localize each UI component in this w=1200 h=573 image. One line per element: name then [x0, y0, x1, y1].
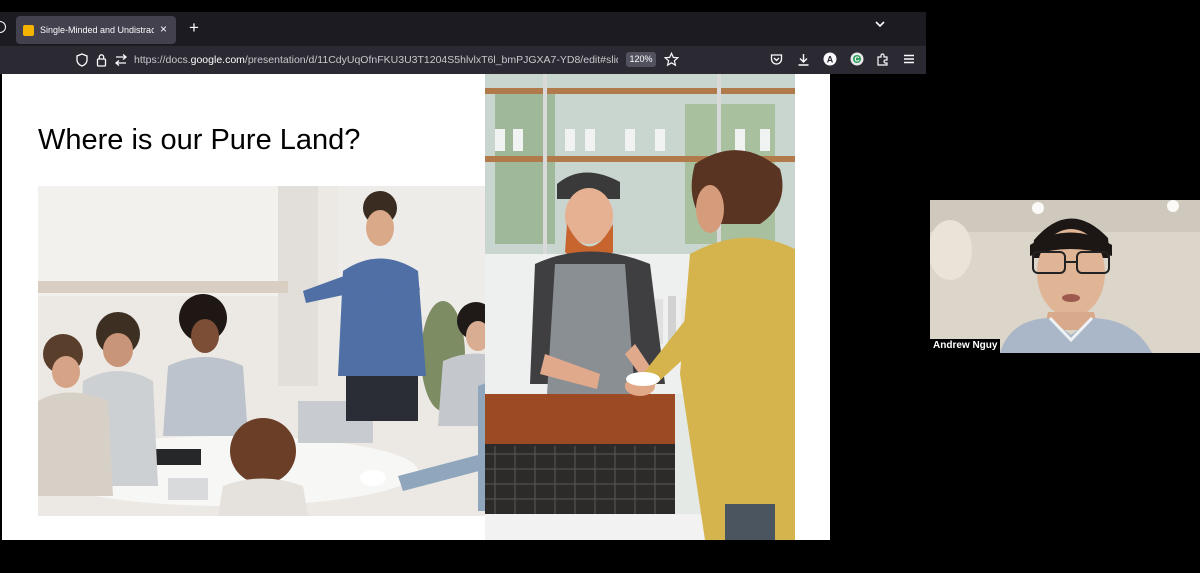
- permissions-icon[interactable]: [114, 53, 128, 70]
- downloads-icon[interactable]: [797, 53, 810, 69]
- participant-video-tile[interactable]: Andrew Nguy: [930, 200, 1200, 353]
- lock-icon[interactable]: [96, 53, 107, 70]
- slide-title: Where is our Pure Land?: [38, 124, 361, 156]
- svg-text:A: A: [827, 55, 834, 65]
- tab-bar: Single-Minded and Undistracted × +: [0, 12, 926, 46]
- url-domain: google.com: [190, 54, 245, 66]
- firefox-view-icon[interactable]: [0, 21, 6, 33]
- extension-c-icon[interactable]: C: [850, 52, 864, 69]
- account-a-icon[interactable]: A: [823, 52, 837, 69]
- url-path: /presentation/d/11CdyUqOfnFKU3U3T1204S5h…: [244, 54, 618, 66]
- tab-list-icon[interactable]: [874, 18, 886, 33]
- menu-icon[interactable]: [903, 53, 915, 68]
- tab-close-icon[interactable]: ×: [160, 21, 167, 37]
- tab-active[interactable]: Single-Minded and Undistracted ×: [16, 16, 176, 44]
- shield-icon[interactable]: [76, 53, 88, 70]
- browser-window: Single-Minded and Undistracted × + https…: [0, 12, 926, 540]
- url-prefix: https://docs.: [134, 54, 191, 66]
- tab-title: Single-Minded and Undistracted: [40, 25, 154, 35]
- svg-text:C: C: [854, 57, 859, 64]
- extensions-puzzle-icon[interactable]: [876, 52, 890, 69]
- office-meeting-photo: [38, 186, 533, 516]
- address-bar[interactable]: https://docs.google.com/presentation/d/1…: [134, 53, 618, 67]
- zoom-level-button[interactable]: 120%: [626, 52, 656, 67]
- page-content: Where is our Pure Land?: [0, 74, 926, 540]
- new-tab-button[interactable]: +: [186, 18, 202, 38]
- coffee-shop-photo: [485, 74, 795, 540]
- pocket-icon[interactable]: [770, 53, 783, 69]
- google-slides-icon: [23, 25, 34, 36]
- participant-name-label: Andrew Nguy: [930, 339, 1001, 353]
- navigation-toolbar: https://docs.google.com/presentation/d/1…: [0, 46, 926, 74]
- presentation-slide: Where is our Pure Land?: [2, 74, 830, 540]
- bookmark-star-icon[interactable]: [663, 51, 680, 70]
